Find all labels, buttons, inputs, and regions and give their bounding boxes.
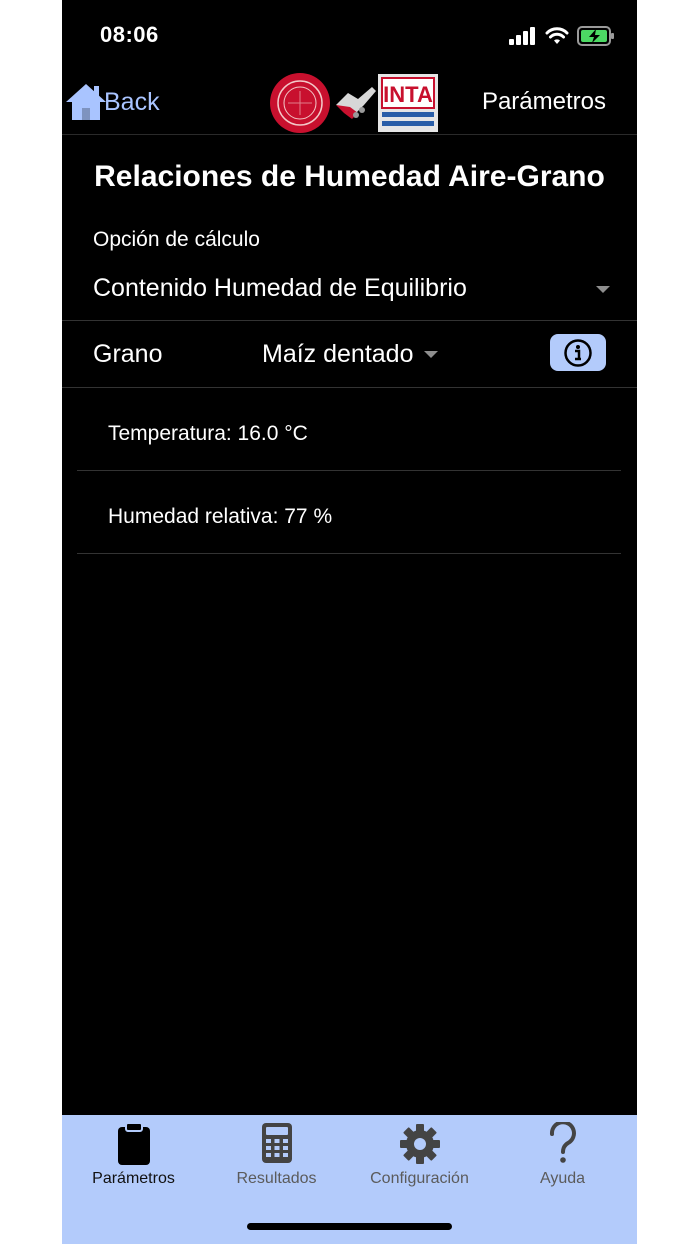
calculator-icon (261, 1123, 292, 1163)
clipboard-icon (117, 1122, 150, 1165)
home-icon (66, 84, 106, 120)
status-time: 08:06 (100, 22, 159, 47)
grain-select[interactable]: Maíz dentado (262, 340, 438, 369)
back-label: Back (104, 87, 160, 116)
page-title: Relaciones de Humedad Aire-Grano (94, 160, 605, 193)
calc-option-select[interactable]: Contenido Humedad de Equilibrio (62, 265, 637, 321)
tab-label: Resultados (236, 1170, 317, 1187)
battery-charging-icon (577, 26, 614, 46)
nav-title: Parámetros (481, 88, 606, 115)
chevron-down-icon (596, 286, 610, 293)
tab-ayuda[interactable]: Ayuda (491, 1115, 634, 1205)
chevron-down-icon (423, 351, 438, 358)
tab-label: Parámetros (92, 1170, 175, 1187)
handshake-icon (336, 87, 376, 119)
grain-value: Maíz dentado (262, 340, 414, 368)
back-button[interactable]: Back (64, 80, 160, 124)
calc-option-value: Contenido Humedad de Equilibrio (93, 274, 467, 302)
status-icons (509, 26, 615, 46)
tab-resultados[interactable]: Resultados (205, 1115, 348, 1205)
home-indicator (247, 1223, 452, 1230)
wifi-icon (545, 27, 569, 44)
info-icon (564, 338, 592, 367)
relative-humidity-row[interactable]: Humedad relativa: 77 % (77, 470, 621, 554)
tab-configuracion[interactable]: Configuración (348, 1115, 491, 1205)
status-bar: 08:06 (62, 0, 637, 70)
grain-row: Grano Maíz dentado (62, 320, 637, 388)
info-button[interactable] (550, 334, 606, 371)
header-logos: INTA (266, 72, 438, 134)
question-icon (549, 1122, 576, 1163)
gear-icon (399, 1124, 440, 1164)
tab-label: Ayuda (539, 1170, 586, 1187)
signal-icon (509, 27, 535, 45)
grain-label: Grano (93, 340, 163, 368)
temperature-row[interactable]: Temperatura: 16.0 °C (77, 387, 621, 471)
inta-logo: INTA (378, 74, 438, 132)
tab-parametros[interactable]: Parámetros (62, 1115, 205, 1205)
temperature-text: Temperatura: 16.0 °C (108, 422, 308, 445)
tab-label: Configuración (370, 1170, 469, 1187)
iowa-state-seal-logo (270, 73, 330, 133)
inta-logo-text: INTA (383, 82, 433, 107)
tab-bar: Parámetros Resultados Configuración Ayud… (62, 1115, 637, 1244)
calc-option-label: Opción de cálculo (93, 228, 260, 251)
navigation-bar: Back INTA Parámetros (62, 70, 637, 135)
relative-humidity-text: Humedad relativa: 77 % (108, 505, 333, 528)
app-screen: 08:06 Back INTA Parámetros Relaciones de… (62, 0, 637, 1244)
